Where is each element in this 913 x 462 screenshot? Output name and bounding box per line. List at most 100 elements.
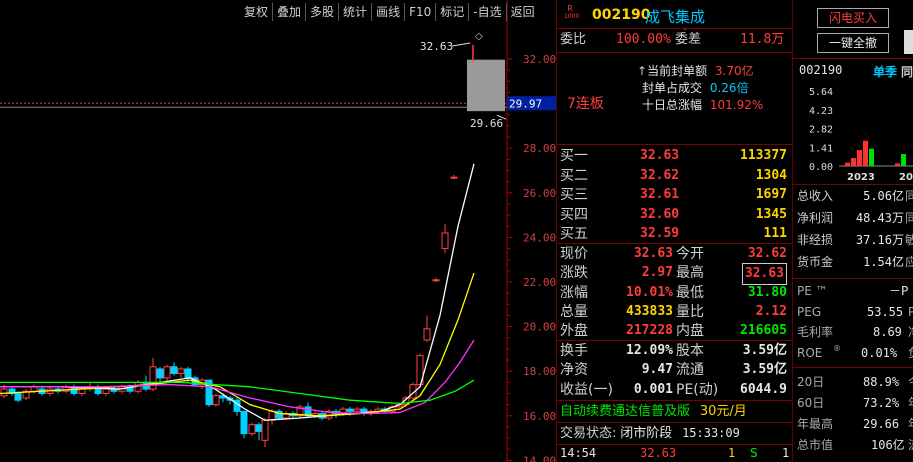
quote-panel: R 1000 002190 成飞集成 ⌄ 委比 100.00% 委差 11.8万… (556, 0, 793, 462)
market-cap-row: 总市值 106亿 流 (797, 438, 913, 452)
book-level-label: 买三 (560, 187, 588, 204)
side-bar (851, 158, 856, 166)
season-tab[interactable]: 单季同 (873, 63, 913, 80)
tick-row: 14:54 32.63 1 S 1 (560, 446, 790, 460)
y-tick-label: 28.00 (523, 142, 556, 155)
side-y-tick-label: 0.00 (809, 162, 833, 173)
candle-body (163, 366, 171, 379)
toolbar-back-button[interactable]: 返回 (505, 3, 539, 21)
gross-margin-row: 毛利率 8.69 净 (797, 325, 913, 339)
y-tick-label: 20.00 (523, 321, 556, 334)
low-price-label: 29.66 (470, 117, 503, 130)
financial-row: 净利润 48.43万同 (797, 208, 913, 228)
y-tick-label: 16.00 (523, 410, 556, 423)
financial-value: 48.43万 (855, 211, 904, 225)
toolbar-stats-button[interactable]: 统计 (338, 3, 371, 21)
toolbar-f10-button[interactable]: F10 (404, 3, 435, 21)
financial-extra: 同 (905, 211, 913, 225)
stats-row: 外盘 217228 内盘 216605 (560, 321, 790, 341)
side-stock-code: 002190 (799, 63, 843, 77)
order-book-row: 买四 32.60 1345 (560, 205, 790, 225)
book-volume: 111 (763, 226, 787, 242)
candle-body (346, 408, 354, 412)
side-scroll-handle[interactable] (904, 30, 913, 54)
book-volume: 1304 (755, 167, 787, 183)
stat-value: 31.80 (747, 284, 787, 300)
toolbar-overlay-button[interactable]: 叠加 (272, 3, 305, 21)
stat-value: 2.97 (641, 265, 673, 281)
stat-label: 内盘 (676, 323, 704, 340)
stat-label: 净资 (560, 362, 588, 379)
book-price: 32.63 (640, 148, 680, 163)
financial-label: 非经损 (797, 233, 834, 247)
book-level-label: 买二 (560, 167, 588, 184)
candle-body (261, 419, 269, 441)
chart-toolbar: 复权 叠加 多股 统计 画线 F10 标记 -自选 返回 (240, 3, 539, 23)
side-bar (901, 154, 906, 166)
flash-buy-button[interactable]: 闪电买入 (817, 8, 889, 28)
toolbar-multi-stock-button[interactable]: 多股 (305, 3, 338, 21)
stats-row: 现价 32.63 今开 32.62 (560, 244, 790, 264)
toolbar-adjust-button[interactable]: 复权 (240, 3, 272, 21)
promo-row[interactable]: 自动续费通达信普及版 30元/月 (560, 401, 792, 421)
candle-body (353, 408, 361, 412)
y-tick-label: 18.00 (523, 365, 556, 378)
order-book-row: 买三 32.61 1697 (560, 185, 790, 205)
side-bar (863, 140, 868, 166)
candle-body (14, 393, 22, 401)
financial-value: 5.06亿 (863, 189, 904, 203)
financial-extra: 应 (905, 255, 913, 269)
cancel-all-button[interactable]: 一键全撤 (817, 33, 889, 53)
side-year-label: 20 (899, 172, 913, 183)
order-book-row: 买五 32.59 111 (560, 224, 790, 244)
candle-body (212, 395, 220, 406)
financial-row: 货币金 1.54亿应 (797, 252, 913, 272)
book-volume: 113377 (740, 148, 787, 163)
y-tick-label: 32.00 (523, 53, 556, 66)
toolbar-watchlist-button[interactable]: -自选 (468, 3, 505, 21)
kline-chart[interactable]: 32.0030.0028.0026.0024.0022.0020.0018.00… (0, 0, 556, 462)
stat-label: 今开 (676, 246, 704, 262)
candle-body (78, 388, 86, 395)
candle-body (0, 388, 8, 397)
toolbar-mark-button[interactable]: 标记 (435, 3, 468, 21)
stat-label: 总量 (560, 303, 588, 320)
stats-row: 涨幅 10.01% 最低 31.80 (560, 283, 790, 303)
stat-value: 217228 (626, 323, 673, 339)
toolbar-draw-line-button[interactable]: 画线 (371, 3, 404, 21)
order-ratio-row: 委比 100.00% 委差 11.8万 (560, 32, 785, 47)
stat-value: 3.59亿 (742, 362, 787, 378)
stock-code: 002190 (592, 7, 651, 23)
side-bar (895, 163, 900, 166)
side-bar (857, 150, 862, 166)
stat-value: 433833 (626, 303, 673, 319)
book-volume: 1697 (755, 187, 787, 203)
y-tick-label: 24.00 (523, 231, 556, 244)
stat-value: 12.09% (626, 343, 673, 358)
stat-value: 32.62 (747, 246, 787, 261)
candle-body (255, 424, 263, 432)
seal-ratio-row: 封单占成交 0.26倍 (642, 81, 749, 95)
candle-body (248, 424, 256, 435)
financial-extra: 同 (905, 189, 913, 203)
stat-label: 换手 (560, 343, 588, 359)
stat-value: 2.12 (755, 303, 787, 319)
stat-label: 最高 (676, 265, 704, 282)
financial-value: 1.54亿 (863, 255, 904, 269)
limit-range-box (467, 59, 505, 112)
order-book-row: 买二 32.62 1304 (560, 166, 790, 186)
side-y-tick-label: 1.41 (809, 143, 833, 154)
candle-body (423, 328, 431, 341)
kline-chart-panel[interactable]: 32.0030.0028.0026.0024.0022.0020.0018.00… (0, 0, 556, 462)
side-y-tick-label: 4.23 (809, 106, 833, 117)
book-price: 32.59 (640, 226, 680, 242)
candle-body (102, 388, 110, 395)
stat-value: 3.59亿 (742, 343, 787, 358)
financial-value: 37.16万 (855, 233, 904, 247)
d20-row: 20日 88.9% 今 (797, 375, 913, 389)
candle-body (170, 366, 178, 374)
stat-value: 0.001 (633, 381, 673, 397)
financial-label: 货币金 (797, 255, 834, 269)
stat-value: 32.63 (633, 246, 673, 261)
candle-body (450, 176, 458, 179)
